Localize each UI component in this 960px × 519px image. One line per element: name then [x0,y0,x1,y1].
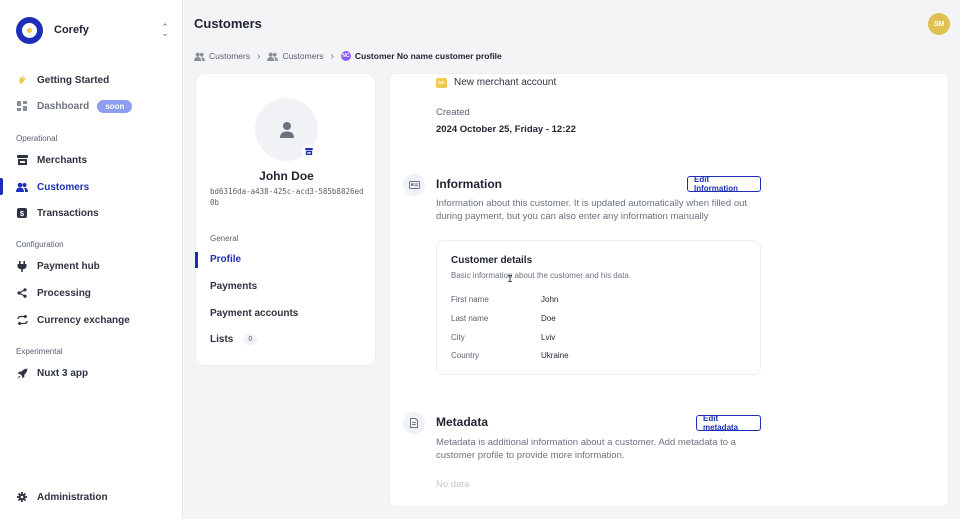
account-initials-badge: NA [436,77,447,88]
profile-tab-payment-accounts[interactable]: Payment accounts [210,308,298,319]
sidebar-item-dashboard[interactable]: Dashboard soon [16,96,166,116]
detail-value: John [541,295,559,304]
breadcrumb-link[interactable]: Customers [209,51,250,61]
detail-value: Ukraine [541,351,569,360]
sidebar: Corefy ⌃ ⌄ Getting Started Dashboard soon… [0,0,183,519]
sidebar-item-nuxt-app[interactable]: Nuxt 3 app [16,363,166,383]
dollar-icon: $ [16,207,28,219]
profile-nav-group-label: General [210,234,239,243]
share-icon [16,287,28,299]
breadcrumb-current: Customer No name customer profile [354,51,502,61]
sidebar-item-customers[interactable]: Customers [16,177,166,197]
breadcrumb: Customers › Customers › NC Customer No n… [194,50,502,62]
rocket-icon [16,367,28,379]
merchant-account-name: New merchant account [454,77,557,88]
detail-row: City Lviv [451,333,731,342]
sidebar-item-label: Customers [37,181,90,193]
sidebar-item-getting-started[interactable]: Getting Started [16,70,166,90]
nav-section-configuration: Configuration [16,240,64,249]
customer-details-panel: NA New merchant account Created 2024 Oct… [389,73,949,507]
lists-count-badge: 0 [243,334,258,345]
customer-name: John Doe [259,169,314,183]
chevron-right-icon: › [330,50,334,62]
chevron-right-icon: › [257,50,261,62]
active-indicator [0,178,3,195]
sidebar-item-transactions[interactable]: $ Transactions [16,203,166,223]
customer-initials-badge: NC [340,51,351,61]
document-icon [403,412,425,434]
breadcrumb-link[interactable]: Customers [282,51,323,61]
profile-tab-profile[interactable]: Profile [210,254,241,265]
sidebar-item-merchants[interactable]: Merchants [16,150,166,170]
sidebar-item-label: Processing [37,287,91,299]
users-icon [267,52,279,61]
gear-icon [16,491,28,503]
detail-row: Country Ukraine [451,351,731,360]
detail-key: First name [451,295,489,304]
profile-tab-payments[interactable]: Payments [210,281,257,292]
sidebar-item-label: Currency exchange [37,314,130,326]
sidebar-item-label: Nuxt 3 app [37,367,89,379]
metadata-title: Metadata [436,415,489,429]
plug-icon [16,260,28,272]
chevron-up-down-icon[interactable]: ⌃ ⌄ [159,23,171,38]
detail-row: First name John [451,295,731,304]
brand-name: Corefy [54,24,89,36]
sidebar-item-label: Merchants [37,154,88,166]
users-icon [194,52,205,61]
metadata-empty-state: No data [436,479,470,490]
sidebar-item-processing[interactable]: Processing [16,283,166,303]
users-icon [16,181,28,193]
detail-key: Last name [451,314,489,323]
exchange-icon [16,314,28,326]
dashboard-icon [16,100,28,112]
detail-row: Last name Doe [451,314,731,323]
information-title: Information [436,177,502,191]
text-cursor-icon: I [507,274,514,285]
sidebar-item-label: Dashboard [37,100,90,112]
sidebar-item-administration[interactable]: Administration [16,487,166,507]
created-label: Created [436,107,470,118]
user-avatar[interactable]: SM [928,13,950,35]
sidebar-item-currency-exchange[interactable]: Currency exchange [16,310,166,330]
detail-key: Country [451,351,480,360]
merchant-account[interactable]: NA New merchant account [436,77,556,88]
id-card-icon [403,174,425,196]
customer-profile-card: John Doe bd6316da-a438-425c-acd3-585b882… [195,73,376,366]
active-indicator [195,252,198,268]
detail-key: City [451,333,465,342]
customer-details-title: Customer details [451,255,533,266]
edit-information-button[interactable]: Edit Information [687,175,761,193]
waving-hand-icon [16,74,28,86]
detail-value: Lviv [541,333,556,342]
sidebar-item-payment-hub[interactable]: Payment hub [16,256,166,276]
customer-details-subtitle: Basic information about the customer and… [451,271,629,280]
edit-metadata-button[interactable]: Edit metadata [696,414,761,432]
sidebar-item-label: Transactions [37,207,99,219]
corefy-logo [16,16,43,44]
profile-tab-label: Lists [210,334,234,345]
profile-tab-lists[interactable]: Lists 0 [210,334,258,345]
created-value: 2024 October 25, Friday - 12:22 [436,124,576,135]
customer-id: bd6316da-a438-425c-acd3-585b8826ed0b [210,187,364,207]
sidebar-item-label: Payment hub [37,260,100,272]
information-description: Information about this customer. It is u… [436,198,748,222]
sidebar-item-label: Administration [37,491,108,503]
workspace-switcher[interactable]: Corefy ⌃ ⌄ [16,16,171,44]
sidebar-item-label: Getting Started [37,74,110,86]
store-icon [16,154,28,166]
metadata-description: Metadata is additional information about… [436,437,736,461]
nav-section-operational: Operational [16,134,58,143]
customer-details-card: Customer details Basic information about… [436,240,761,375]
merchant-store-icon [302,144,316,158]
detail-value: Doe [541,314,556,323]
nav-section-experimental: Experimental [16,347,63,356]
page-title: Customers [194,16,262,31]
soon-badge: soon [97,99,133,113]
person-icon [279,121,294,138]
